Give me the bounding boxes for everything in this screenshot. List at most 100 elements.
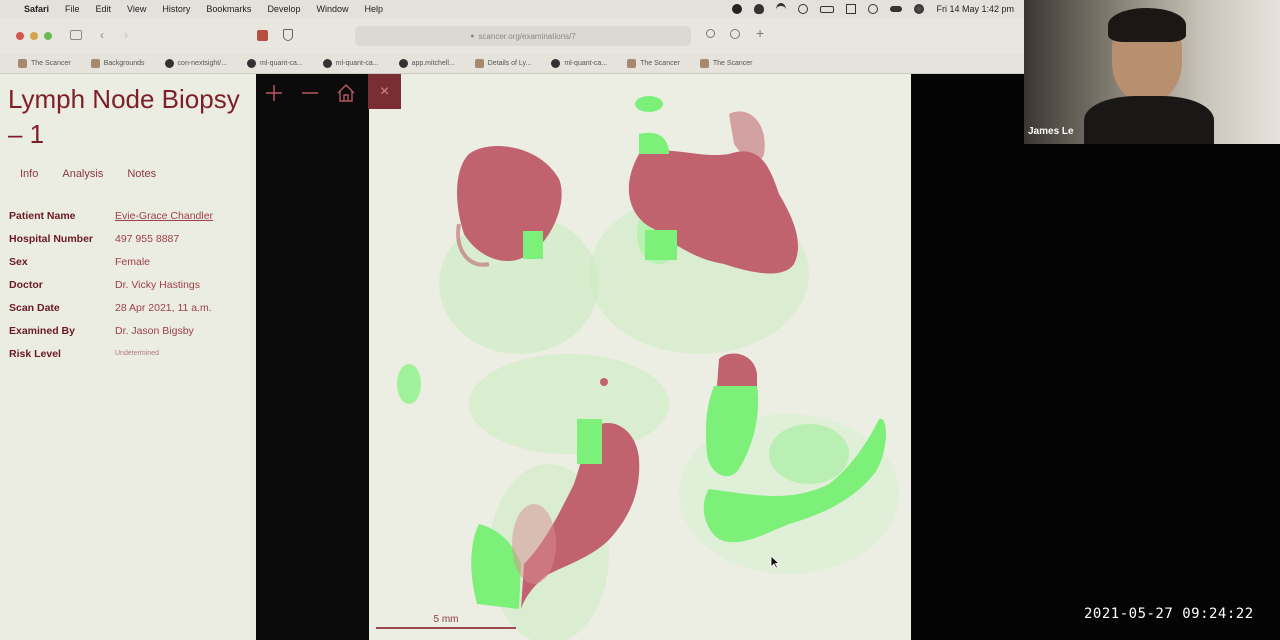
mouse-cursor-icon: [770, 555, 780, 569]
privacy-icon[interactable]: [283, 29, 293, 41]
zoom-out-icon[interactable]: [299, 82, 321, 104]
empty-background: [912, 74, 1280, 640]
field-label: Doctor: [9, 278, 43, 291]
field-value: Dr. Vicky Hastings: [115, 278, 200, 291]
forward-icon[interactable]: ›: [124, 28, 128, 42]
close-icon: ×: [379, 82, 390, 100]
new-tab-icon[interactable]: +: [756, 25, 764, 41]
field-hospital-number: Hospital Number 497 955 8887: [9, 227, 213, 250]
menu-safari[interactable]: Safari: [24, 4, 49, 14]
github-icon: [322, 59, 332, 68]
webcam-overlay: James Le: [1024, 0, 1280, 144]
github-icon: [398, 59, 408, 68]
tab-info[interactable]: Info: [20, 168, 38, 180]
time-machine-icon[interactable]: [798, 4, 809, 14]
field-value: Female: [115, 255, 151, 268]
field-value: Dr. Jason Bigsby: [115, 324, 194, 337]
patient-fields: Patient Name Evie-Grace Chandler Hospital…: [9, 204, 213, 365]
menu-window[interactable]: Window: [316, 4, 348, 14]
bookmark-item[interactable]: con-nextsight/...: [164, 59, 227, 68]
risk-level-badge: Undetermined: [115, 350, 159, 357]
slide-viewer: 5 mm ×: [256, 74, 912, 640]
scale-bar-line: [376, 627, 516, 629]
address-bar[interactable]: ● scancer.org/examinations/7: [355, 26, 691, 46]
site-icon: [627, 59, 637, 68]
bookmark-item[interactable]: The Scancer: [699, 59, 753, 68]
menu-edit[interactable]: Edit: [96, 4, 112, 14]
control-center-icon[interactable]: [846, 4, 857, 14]
close-window-button[interactable]: [16, 32, 24, 40]
tissue-slide-canvas[interactable]: 5 mm: [369, 74, 911, 640]
field-value: 28 Apr 2021, 11 a.m.: [115, 301, 212, 314]
home-icon[interactable]: [335, 82, 357, 104]
field-label: Risk Level: [9, 347, 61, 360]
reload-icon[interactable]: [706, 29, 715, 38]
field-label: Patient Name: [9, 209, 76, 222]
bookmark-item[interactable]: ml-quant-ca...: [551, 59, 607, 68]
maximize-window-button[interactable]: [44, 32, 52, 40]
close-slide-button[interactable]: ×: [368, 74, 401, 109]
scale-bar: 5 mm: [376, 614, 516, 629]
bookmark-item[interactable]: The Scancer: [627, 59, 680, 68]
field-label: Sex: [9, 255, 28, 268]
zoom-in-icon[interactable]: [263, 82, 285, 104]
bookmark-item[interactable]: Backgrounds: [90, 59, 145, 68]
patient-name-link[interactable]: Evie-Grace Chandler: [115, 210, 213, 222]
bookmark-item[interactable]: The Scancer: [18, 59, 71, 68]
field-risk-level: Risk Level Undetermined: [9, 342, 213, 365]
bookmark-item[interactable]: app.mitchell...: [398, 59, 455, 68]
field-doctor: Doctor Dr. Vicky Hastings: [9, 273, 213, 296]
bookmark-item[interactable]: ml-quant-ca...: [322, 59, 379, 68]
field-patient-name: Patient Name Evie-Grace Chandler: [9, 204, 213, 227]
site-icon: [90, 59, 100, 68]
field-label: Scan Date: [9, 301, 60, 314]
address-text: scancer.org/examinations/7: [478, 31, 576, 41]
menu-develop[interactable]: Develop: [267, 4, 300, 14]
minimize-window-button[interactable]: [30, 32, 38, 40]
page-title: Lymph Node Biopsy – 1: [8, 84, 240, 149]
github-icon: [164, 59, 174, 68]
bookmarks-bar: The Scancer Backgrounds con-nextsight/..…: [0, 54, 1024, 74]
tab-notes[interactable]: Notes: [127, 168, 156, 180]
field-label: Examined By: [9, 324, 75, 337]
scale-bar-label: 5 mm: [433, 614, 459, 625]
menu-file[interactable]: File: [65, 4, 80, 14]
field-examined-by: Examined By Dr. Jason Bigsby: [9, 319, 213, 342]
browser-toolbar: ‹ › ● scancer.org/examinations/7 +: [0, 18, 1024, 54]
github-icon: [246, 59, 256, 68]
info-tabs: Info Analysis Notes: [20, 168, 156, 180]
menu-help[interactable]: Help: [364, 4, 383, 14]
downloads-icon[interactable]: [730, 29, 740, 39]
battery-icon[interactable]: [820, 5, 835, 13]
site-icon: [474, 59, 484, 68]
lock-icon: ●: [470, 32, 475, 40]
sidebar-icon[interactable]: [70, 30, 82, 40]
siri-icon[interactable]: [914, 4, 925, 14]
field-label: Hospital Number: [9, 232, 94, 245]
webcam-name: James Le: [1028, 126, 1074, 137]
toggle-icon[interactable]: [890, 6, 903, 12]
site-icon: [18, 59, 27, 68]
menu-bookmarks[interactable]: Bookmarks: [206, 4, 251, 14]
menu-history[interactable]: History: [162, 4, 190, 14]
menu-view[interactable]: View: [127, 4, 146, 14]
webcam-shirt: [1084, 96, 1214, 144]
tissue-map: [397, 96, 899, 640]
menu-clock[interactable]: Fri 14 May 1:42 pm: [936, 4, 1014, 14]
back-icon[interactable]: ‹: [100, 28, 104, 42]
github-icon: [551, 59, 561, 68]
field-sex: Sex Female: [9, 250, 213, 273]
flame-icon[interactable]: [754, 4, 765, 14]
bookmark-item[interactable]: ml-quant-ca...: [246, 59, 303, 68]
webcam-hair: [1108, 8, 1186, 42]
recording-timestamp: 2021-05-27 09:24:22: [1084, 606, 1254, 622]
field-value: 497 955 8887: [115, 232, 180, 245]
site-icon: [699, 59, 709, 68]
extension-icon[interactable]: [257, 30, 268, 41]
field-scan-date: Scan Date 28 Apr 2021, 11 a.m.: [9, 296, 213, 319]
record-icon[interactable]: [732, 4, 743, 14]
tab-analysis[interactable]: Analysis: [62, 168, 103, 180]
bookmark-item[interactable]: Details of Ly...: [474, 59, 531, 68]
search-icon[interactable]: [868, 4, 879, 14]
wifi-icon[interactable]: [776, 2, 787, 16]
